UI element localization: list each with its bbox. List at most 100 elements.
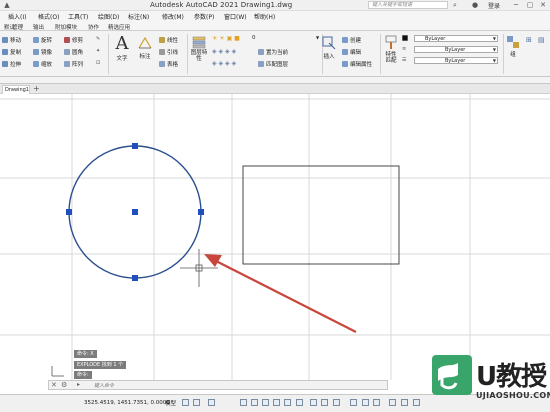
rotate-button[interactable]: 旋转 (33, 36, 52, 44)
menu-window[interactable]: 窗口(W) (224, 12, 247, 21)
transparency-icon[interactable] (310, 399, 317, 406)
grip-top[interactable] (132, 143, 138, 149)
group-button[interactable]: 组 (505, 35, 521, 58)
menu-modify[interactable]: 修改(M) (162, 12, 184, 21)
grip-center[interactable] (132, 209, 138, 215)
annotation-monitor-icon[interactable] (389, 399, 396, 406)
match-layer-button[interactable]: 匹配图层 (258, 60, 288, 68)
explode-icon[interactable]: ✦ (96, 48, 100, 54)
erase-icon[interactable]: ✎ (96, 36, 100, 42)
utilities-icon[interactable]: ⊞ (526, 36, 532, 44)
layer-tool-icons-row2[interactable]: ◈ ◈ ◈ ◈ (212, 60, 236, 67)
grip-left[interactable] (66, 209, 72, 215)
text-button[interactable]: A 文字 (113, 35, 131, 63)
wrench-icon[interactable]: ⚙ (61, 381, 67, 389)
move-button[interactable]: 移动 (2, 36, 21, 44)
isodraft-icon[interactable] (262, 399, 269, 406)
new-tab-icon[interactable]: + (33, 85, 40, 93)
units-icon[interactable] (401, 399, 408, 406)
command-input[interactable]: 键入命令 (94, 382, 114, 389)
dynamic-ucs-icon[interactable] (350, 399, 357, 406)
linetype-dropdown[interactable]: ByLayer ▼ (414, 46, 498, 53)
linetype-icon: ≡ (402, 46, 407, 52)
3d-osnap-icon[interactable] (333, 399, 340, 406)
tab-addins[interactable]: 附加模块 (55, 23, 77, 31)
menu-help[interactable]: 帮助(H) (254, 12, 275, 21)
object-snap-tracking-icon[interactable] (273, 399, 280, 406)
polar-tracking-icon[interactable] (251, 399, 258, 406)
grid-toggle-icon[interactable] (182, 399, 189, 406)
array-button[interactable]: 阵列 (64, 60, 83, 68)
rectangle-shape[interactable] (242, 165, 400, 265)
tab-featured-apps[interactable]: 精选应用 (108, 23, 130, 31)
menu-tools[interactable]: 工具(T) (68, 12, 88, 21)
ribbon-separator (503, 34, 504, 74)
color-dropdown[interactable]: ByLayer ▼ (414, 35, 498, 42)
table-button[interactable]: 表格 (159, 60, 178, 68)
color-swatch-icon[interactable] (402, 35, 410, 42)
minimize-icon[interactable]: ─ (512, 1, 520, 9)
copy-button[interactable]: 复制 (2, 48, 21, 56)
app-logo-icon[interactable]: ▲ (3, 1, 11, 9)
annotation-scale-icon[interactable] (362, 399, 369, 406)
scale-button[interactable]: 缩放 (33, 60, 52, 68)
make-current-button[interactable]: 置为当前 (258, 48, 288, 56)
chevron-down-icon: ▼ (492, 47, 496, 52)
coordinates-readout: 3525.4519, 1451.7351, 0.0000 (84, 400, 170, 406)
edit-block-button[interactable]: 编辑 (342, 48, 361, 56)
grip-right[interactable] (198, 209, 204, 215)
fillet-button[interactable]: 圆角 (64, 48, 83, 56)
login-button[interactable]: 登录 (488, 1, 500, 10)
layer-dropdown[interactable]: 0 (252, 35, 256, 41)
menu-parametric[interactable]: 参数(P) (194, 12, 214, 21)
tab-manage[interactable]: 管理 (12, 23, 23, 31)
insert-block-button[interactable]: 插入 (318, 35, 340, 60)
leader-button[interactable]: 引线 (159, 48, 178, 56)
model-space-button[interactable]: 模型 (165, 399, 176, 407)
quick-properties-icon[interactable] (413, 399, 420, 406)
tab-collaborate[interactable]: 协作 (88, 23, 99, 31)
ortho-toggle-icon[interactable] (240, 399, 247, 406)
workspace-icon[interactable] (373, 399, 380, 406)
linear-dimension-button[interactable]: 线性 (159, 36, 178, 44)
snap-mode-icon[interactable] (208, 399, 215, 406)
object-snap-icon[interactable] (284, 399, 291, 406)
menu-draw[interactable]: 绘图(D) (98, 12, 119, 21)
dimension-button[interactable]: 标注 (135, 35, 155, 60)
fillet-icon (64, 49, 70, 55)
title-bar: ▲ Autodesk AutoCAD 2021 Drawing1.dwg 键入关… (0, 0, 550, 11)
maximize-icon[interactable]: ▢ (526, 1, 534, 9)
menu-insert[interactable]: 插入(I) (8, 12, 26, 21)
search-icon[interactable]: ⌕ (451, 1, 459, 9)
match-properties-button[interactable]: 特性匹配 (383, 35, 399, 64)
selection-cycling-icon[interactable] (321, 399, 328, 406)
menu-format[interactable]: 格式(O) (38, 12, 59, 21)
user-icon[interactable]: ● (471, 1, 479, 9)
edit-attributes-button[interactable]: 编辑属性 (342, 60, 372, 68)
drawing-tab[interactable]: Drawing1 (2, 85, 30, 94)
close-icon[interactable]: ✕ (51, 381, 57, 389)
watermark-site: UJIAOSHOU.COM (476, 391, 550, 400)
mirror-button[interactable]: 镜像 (33, 48, 52, 56)
layer-tool-icons-row1[interactable]: ◈ ◈ ◈ ◈ (212, 48, 236, 55)
grip-bottom[interactable] (132, 275, 138, 281)
stretch-button[interactable]: 拉伸 (2, 60, 21, 68)
close-icon[interactable]: ✕ (539, 1, 547, 9)
drawing-canvas[interactable] (0, 94, 550, 380)
circle-grips[interactable] (66, 143, 204, 281)
offset-icon[interactable]: ⊡ (96, 60, 100, 66)
search-input[interactable]: 键入关键字或短语 (368, 1, 448, 9)
trim-button[interactable]: 修剪 (64, 36, 83, 44)
command-line[interactable]: ✕ ⚙ ▸ 键入命令 (48, 380, 388, 390)
lineweight-dropdown[interactable]: ByLayer ▼ (414, 57, 498, 64)
layer-status-icons[interactable]: ☀ ☀ ▣ ■ (212, 35, 240, 42)
create-block-button[interactable]: 创建 (342, 36, 361, 44)
clipboard-icon[interactable]: ▤ (538, 36, 545, 44)
windows-flag-icon (438, 363, 458, 390)
lineweight-toggle-icon[interactable] (296, 399, 303, 406)
tab-output[interactable]: 输出 (33, 23, 44, 31)
watermark-logo-icon (432, 355, 472, 395)
layer-properties-button[interactable]: 图层特性 (190, 35, 208, 62)
menu-dimension[interactable]: 标注(N) (128, 12, 149, 21)
snap-toggle-icon[interactable] (193, 399, 200, 406)
